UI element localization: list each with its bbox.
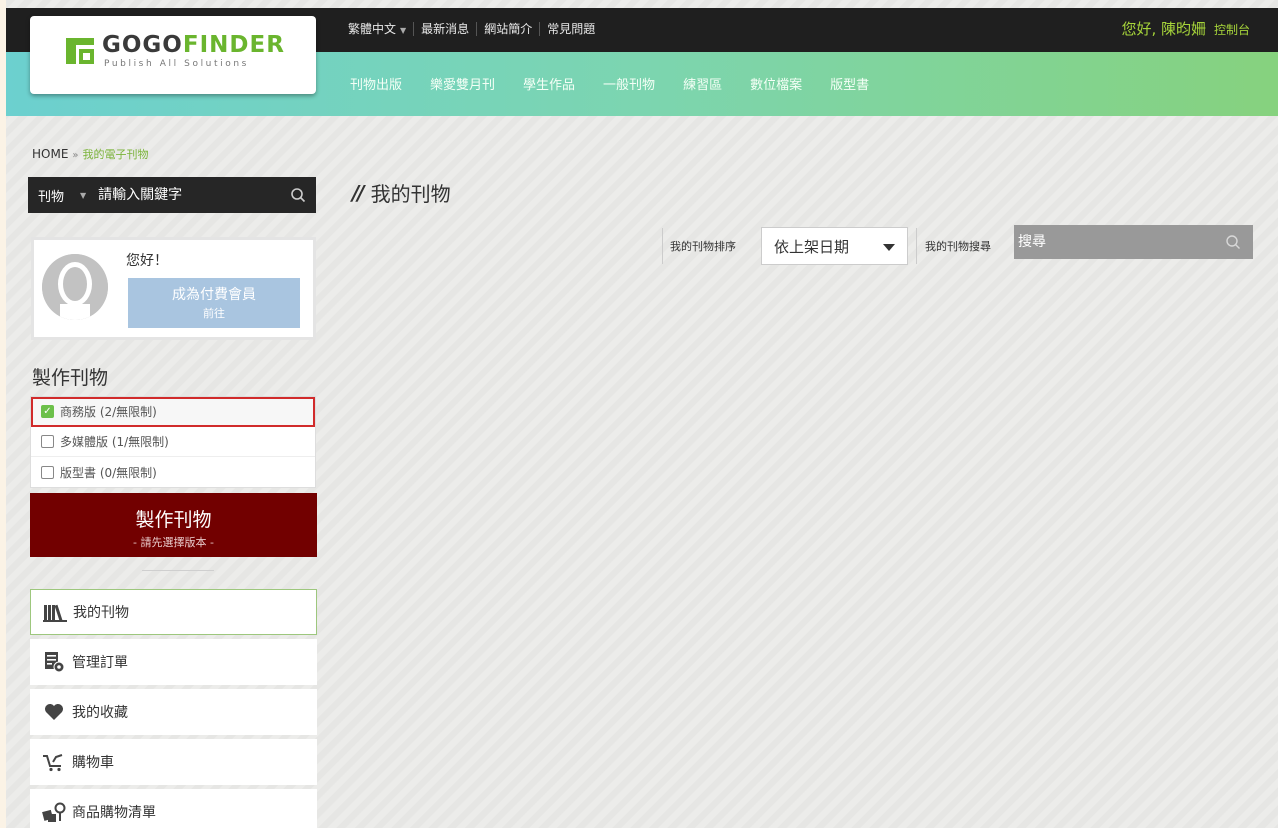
chevron-down-icon: ▼ <box>400 26 407 35</box>
breadcrumb: HOME » 我的電子刊物 <box>32 146 149 162</box>
page: 繁體中文 ▼ 最新消息 網站簡介 常見問題 您好, 陳昀姍 控制台 刊物出版 樂愛… <box>6 0 1278 828</box>
user-name[interactable]: 您好, 陳昀姍 <box>1121 18 1206 39</box>
checkbox-icon[interactable] <box>41 435 54 448</box>
version-template[interactable]: 版型書 (0/無限制) <box>31 457 315 487</box>
page-title-text: 我的刊物 <box>370 182 451 206</box>
logo[interactable]: GOGOFINDER Publish All Solutions <box>30 16 316 94</box>
search-type-select[interactable]: 刊物 <box>28 186 64 205</box>
category-nav: 刊物出版 樂愛雙月刊 學生作品 一般刊物 練習區 數位檔案 版型書 <box>350 74 897 93</box>
divider <box>142 570 214 571</box>
make-publication-button[interactable]: 製作刊物 - 請先選擇版本 - <box>30 493 317 557</box>
sort-select[interactable]: 依上架日期 <box>761 227 908 265</box>
title-bars-icon: // <box>352 180 365 205</box>
page-title: // 我的刊物 <box>352 178 451 207</box>
cat-bimonthly[interactable]: 樂愛雙月刊 <box>430 74 495 93</box>
sidebar-item-label: 購物車 <box>72 755 114 771</box>
logo-wordmark: GOGOFINDER <box>102 32 285 58</box>
cat-template-books[interactable]: 版型書 <box>830 74 869 93</box>
sidebar-item-cart[interactable]: 購物車 <box>30 739 317 785</box>
dropdown-arrow-icon <box>883 244 895 251</box>
sidebar-item-favorites[interactable]: 我的收藏 <box>30 689 317 735</box>
version-label: 多媒體版 (1/無限制) <box>60 435 169 449</box>
sidebar-item-label: 我的收藏 <box>72 705 128 721</box>
sidebar-item-label: 商品購物清單 <box>72 805 156 821</box>
cat-practice[interactable]: 練習區 <box>683 74 722 93</box>
logo-mark-icon <box>66 38 94 64</box>
heart-icon <box>42 701 66 723</box>
become-paid-member-button[interactable]: 成為付費會員 前往 <box>128 278 300 328</box>
logo-word-gogo: GOGO <box>102 32 183 58</box>
divider <box>916 228 917 264</box>
console-link[interactable]: 控制台 <box>1214 21 1250 38</box>
language-selector[interactable]: 繁體中文 ▼ <box>348 20 406 37</box>
breadcrumb-separator: » <box>72 150 79 161</box>
make-button-label: 製作刊物 <box>135 509 212 531</box>
shopping-list-icon <box>42 801 66 823</box>
profile-card: 您好！ 成為付費會員 前往 <box>31 237 316 340</box>
sidebar-item-manage-orders[interactable]: 管理訂單 <box>30 639 317 685</box>
my-publication-search <box>1014 225 1253 259</box>
make-publication-heading: 製作刊物 <box>32 367 109 389</box>
nav-news[interactable]: 最新消息 <box>421 20 469 37</box>
divider <box>476 21 478 36</box>
breadcrumb-current[interactable]: 我的電子刊物 <box>83 148 149 161</box>
keyword-search: 刊物 ▼ <box>28 177 316 213</box>
logo-word-finder: FINDER <box>182 32 285 58</box>
cat-student-works[interactable]: 學生作品 <box>523 74 575 93</box>
top-nav: 繁體中文 ▼ 最新消息 網站簡介 常見問題 <box>348 20 595 37</box>
divider <box>539 21 541 36</box>
profile-greeting: 您好！ <box>126 253 168 269</box>
version-list: ✓ 商務版 (2/無限制) 多媒體版 (1/無限制) 版型書 (0/無限制) <box>30 396 316 488</box>
sidebar-menu: 我的刊物 管理訂單 我的收藏 購物車 商品購物清單 <box>30 589 317 828</box>
make-button-hint: - 請先選擇版本 - <box>133 536 214 549</box>
cat-general[interactable]: 一般刊物 <box>603 74 655 93</box>
version-label: 版型書 (0/無限制) <box>60 465 157 480</box>
cart-icon <box>42 751 66 773</box>
keyword-input[interactable] <box>98 187 259 203</box>
sort-value: 依上架日期 <box>774 237 850 256</box>
checkbox-icon[interactable] <box>41 465 54 479</box>
books-icon <box>43 601 67 623</box>
search-icon[interactable] <box>290 187 306 203</box>
logo-tagline: Publish All Solutions <box>104 59 249 69</box>
search-icon[interactable] <box>1225 234 1241 250</box>
nav-faq[interactable]: 常見問題 <box>547 20 595 37</box>
avatar[interactable] <box>42 254 108 320</box>
language-label: 繁體中文 <box>348 22 397 36</box>
sidebar-item-shopping-list[interactable]: 商品購物清單 <box>30 789 317 828</box>
sidebar-item-label: 我的刊物 <box>73 605 129 621</box>
version-label: 商務版 (2/無限制) <box>60 405 157 419</box>
paid-button-label: 成為付費會員 <box>172 287 256 303</box>
sort-label: 我的刊物排序 <box>670 240 736 253</box>
user-greeting: 您好, 陳昀姍 控制台 <box>1121 18 1250 39</box>
divider <box>662 228 663 264</box>
my-publication-search-input[interactable] <box>1014 234 1204 250</box>
divider <box>413 21 415 36</box>
paid-button-sublabel: 前往 <box>203 307 225 320</box>
sidebar-item-my-publications[interactable]: 我的刊物 <box>30 589 317 635</box>
version-business[interactable]: ✓ 商務版 (2/無限制) <box>31 397 315 427</box>
order-manage-icon <box>42 651 66 673</box>
user-silhouette-icon <box>42 254 108 320</box>
cat-publish[interactable]: 刊物出版 <box>350 74 402 93</box>
my-publication-search-label: 我的刊物搜尋 <box>925 240 991 253</box>
version-multimedia[interactable]: 多媒體版 (1/無限制) <box>31 427 315 457</box>
checkbox-checked-icon[interactable]: ✓ <box>41 405 54 418</box>
breadcrumb-home[interactable]: HOME <box>32 147 68 161</box>
sidebar-item-label: 管理訂單 <box>72 655 128 671</box>
cat-digital-files[interactable]: 數位檔案 <box>750 74 802 93</box>
nav-about[interactable]: 網站簡介 <box>484 20 532 37</box>
chevron-down-icon: ▼ <box>80 190 87 200</box>
